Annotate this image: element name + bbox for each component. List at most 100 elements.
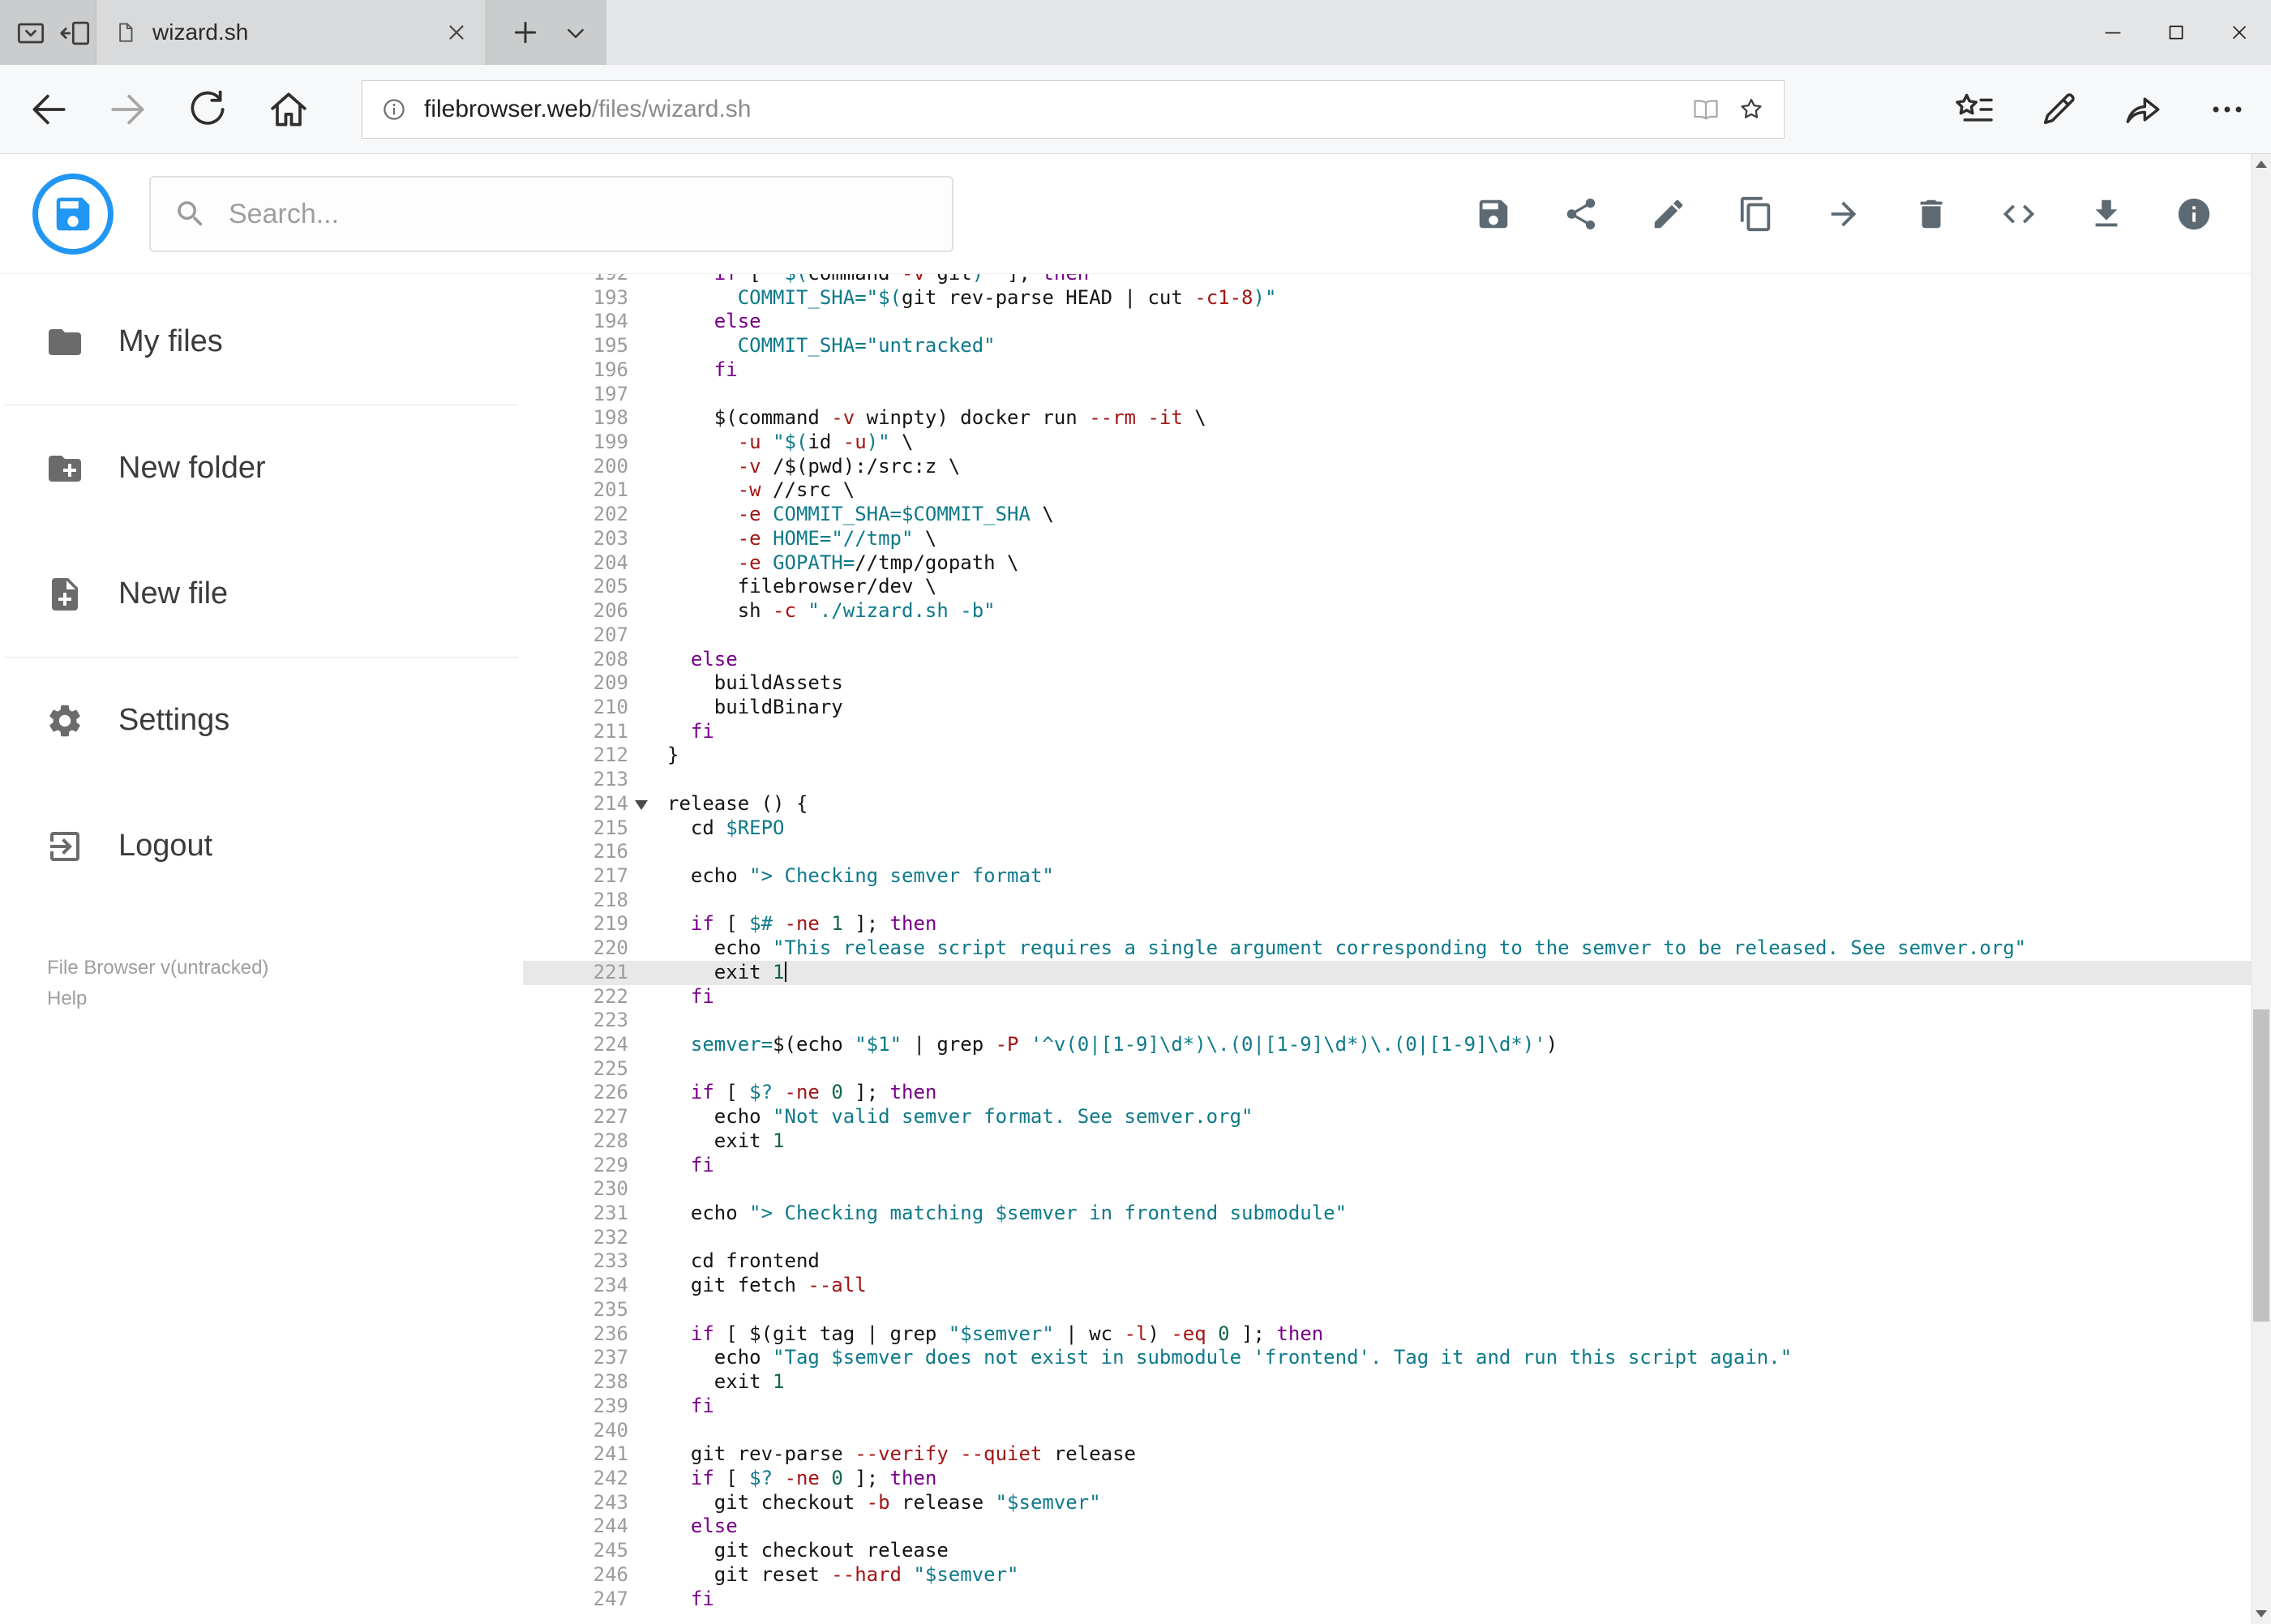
code-line-196[interactable]: 196 fi <box>523 358 2251 383</box>
code-line-237[interactable]: 237 echo "Tag $semver does not exist in … <box>523 1346 2251 1370</box>
sidebar-item-my-files[interactable]: My files <box>0 279 523 405</box>
code-line-227[interactable]: 227 echo "Not valid semver format. See s… <box>523 1105 2251 1129</box>
code-line-193[interactable]: 193 COMMIT_SHA="$(git rev-parse HEAD | c… <box>523 286 2251 311</box>
code-line-194[interactable]: 194 else <box>523 310 2251 334</box>
tabs-preview-button[interactable] <box>13 15 49 51</box>
minimize-button[interactable] <box>2081 0 2145 65</box>
code-line-213[interactable]: 213 <box>523 768 2251 792</box>
code-line-200[interactable]: 200 -v /$(pwd):/src:z \ <box>523 455 2251 479</box>
code-line-208[interactable]: 208 else <box>523 648 2251 672</box>
code-line-239[interactable]: 239 fi <box>523 1395 2251 1419</box>
forward-button[interactable] <box>105 87 151 132</box>
code-line-231[interactable]: 231 echo "> Checking matching $semver in… <box>523 1202 2251 1226</box>
scroll-up-button[interactable] <box>2252 154 2271 174</box>
copy-button[interactable] <box>1738 195 1775 233</box>
new-tab-button[interactable] <box>509 16 542 49</box>
code-line-243[interactable]: 243 git checkout -b release "$semver" <box>523 1491 2251 1515</box>
close-button[interactable] <box>2208 0 2271 65</box>
code-line-226[interactable]: 226 if [ $? -ne 0 ]; then <box>523 1081 2251 1105</box>
move-button[interactable] <box>1825 195 1862 233</box>
code-line-224[interactable]: 224 semver=$(echo "$1" | grep -P '^v(0|[… <box>523 1033 2251 1057</box>
code-line-207[interactable]: 207 <box>523 623 2251 648</box>
page-scrollbar[interactable] <box>2251 154 2271 1624</box>
search-box[interactable] <box>149 176 953 252</box>
code-line-204[interactable]: 204 -e GOPATH=//tmp/gopath \ <box>523 551 2251 576</box>
code-line-245[interactable]: 245 git checkout release <box>523 1539 2251 1563</box>
share-button[interactable] <box>2120 87 2166 132</box>
favorites-hub-button[interactable] <box>1952 87 1997 132</box>
code-line-232[interactable]: 232 <box>523 1226 2251 1250</box>
code-line-233[interactable]: 233 cd frontend <box>523 1249 2251 1274</box>
code-line-241[interactable]: 241 git rev-parse --verify --quiet relea… <box>523 1442 2251 1467</box>
code-line-236[interactable]: 236 if [ $(git tag | grep "$semver" | wc… <box>523 1322 2251 1347</box>
tabs-aside-button[interactable] <box>58 15 94 51</box>
close-icon[interactable] <box>444 20 469 45</box>
code-line-221[interactable]: 221 exit 1 <box>523 960 2251 985</box>
search-input[interactable] <box>229 198 929 230</box>
sidebar-item-settings[interactable]: Settings <box>0 658 523 783</box>
download-button[interactable] <box>2088 195 2125 233</box>
address-bar[interactable]: filebrowser.web/files/wizard.sh <box>362 80 1785 139</box>
fold-marker-icon[interactable] <box>635 799 648 816</box>
scroll-down-button[interactable] <box>2252 1604 2271 1624</box>
code-line-219[interactable]: 219 if [ $# -ne 1 ]; then <box>523 912 2251 936</box>
code-line-201[interactable]: 201 -w //src \ <box>523 478 2251 503</box>
code-line-240[interactable]: 240 <box>523 1419 2251 1443</box>
code-line-217[interactable]: 217 echo "> Checking semver format" <box>523 864 2251 889</box>
more-options-button[interactable] <box>2205 87 2250 132</box>
code-line-246[interactable]: 246 git reset --hard "$semver" <box>523 1563 2251 1588</box>
refresh-button[interactable] <box>185 87 230 132</box>
info-button[interactable] <box>2175 195 2213 233</box>
code-line-229[interactable]: 229 fi <box>523 1154 2251 1178</box>
code-line-222[interactable]: 222 fi <box>523 985 2251 1009</box>
code-line-212[interactable]: 212} <box>523 743 2251 768</box>
code-line-214[interactable]: 214 release () { <box>523 792 2251 816</box>
home-button[interactable] <box>266 87 311 132</box>
code-line-244[interactable]: 244 else <box>523 1515 2251 1539</box>
code-line-218[interactable]: 218 <box>523 889 2251 913</box>
code-line-228[interactable]: 228 exit 1 <box>523 1129 2251 1154</box>
code-line-202[interactable]: 202 -e COMMIT_SHA=$COMMIT_SHA \ <box>523 503 2251 527</box>
code-line-199[interactable]: 199 -u "$(id -u)" \ <box>523 431 2251 455</box>
code-line-211[interactable]: 211 fi <box>523 720 2251 744</box>
share-button[interactable] <box>1562 195 1600 233</box>
sidebar-item-new-folder[interactable]: New folder <box>0 405 523 531</box>
code-line-209[interactable]: 209 buildAssets <box>523 671 2251 696</box>
code-line-234[interactable]: 234 git fetch --all <box>523 1274 2251 1298</box>
favorite-star-icon[interactable] <box>1737 95 1766 124</box>
code-line-230[interactable]: 230 <box>523 1177 2251 1202</box>
code-line-198[interactable]: 198 $(command -v winpty) docker run --rm… <box>523 406 2251 431</box>
back-button[interactable] <box>26 87 71 132</box>
code-line-216[interactable]: 216 <box>523 840 2251 864</box>
code-line-195[interactable]: 195 COMMIT_SHA="untracked" <box>523 334 2251 358</box>
code-line-203[interactable]: 203 -e HOME="//tmp" \ <box>523 527 2251 551</box>
sidebar-item-new-file[interactable]: New file <box>0 531 523 657</box>
code-line-197[interactable]: 197 <box>523 383 2251 407</box>
code-line-205[interactable]: 205 filebrowser/dev \ <box>523 575 2251 599</box>
filebrowser-logo[interactable] <box>32 174 114 255</box>
code-line-206[interactable]: 206 sh -c "./wizard.sh -b" <box>523 599 2251 623</box>
scrollbar-thumb[interactable] <box>2253 1009 2269 1322</box>
delete-button[interactable] <box>1913 195 1950 233</box>
code-line-225[interactable]: 225 <box>523 1057 2251 1082</box>
code-line-247[interactable]: 247 fi <box>523 1588 2251 1612</box>
code-line-215[interactable]: 215 cd $REPO <box>523 816 2251 841</box>
code-editor-area[interactable]: 192 if [ "$(command -v git)" ]; then193 … <box>523 274 2251 1624</box>
help-link[interactable]: Help <box>47 983 96 1014</box>
web-notes-button[interactable] <box>2036 87 2081 132</box>
code-line-223[interactable]: 223 <box>523 1009 2251 1033</box>
reading-view-icon[interactable] <box>1691 95 1720 124</box>
rename-button[interactable] <box>1650 195 1687 233</box>
sidebar-item-logout[interactable]: Logout <box>0 783 523 909</box>
code-line-242[interactable]: 242 if [ $? -ne 0 ]; then <box>523 1467 2251 1491</box>
site-info-icon[interactable] <box>380 96 408 123</box>
tab-wizard-sh[interactable]: wizard.sh <box>96 0 486 65</box>
maximize-button[interactable] <box>2145 0 2208 65</box>
tab-list-button[interactable] <box>563 20 589 46</box>
code-line-235[interactable]: 235 <box>523 1298 2251 1322</box>
code-line-210[interactable]: 210 buildBinary <box>523 696 2251 720</box>
raw-button[interactable] <box>2000 195 2037 233</box>
code-line-238[interactable]: 238 exit 1 <box>523 1370 2251 1395</box>
code-line-220[interactable]: 220 echo "This release script requires a… <box>523 936 2251 961</box>
save-button[interactable] <box>1475 195 1512 233</box>
